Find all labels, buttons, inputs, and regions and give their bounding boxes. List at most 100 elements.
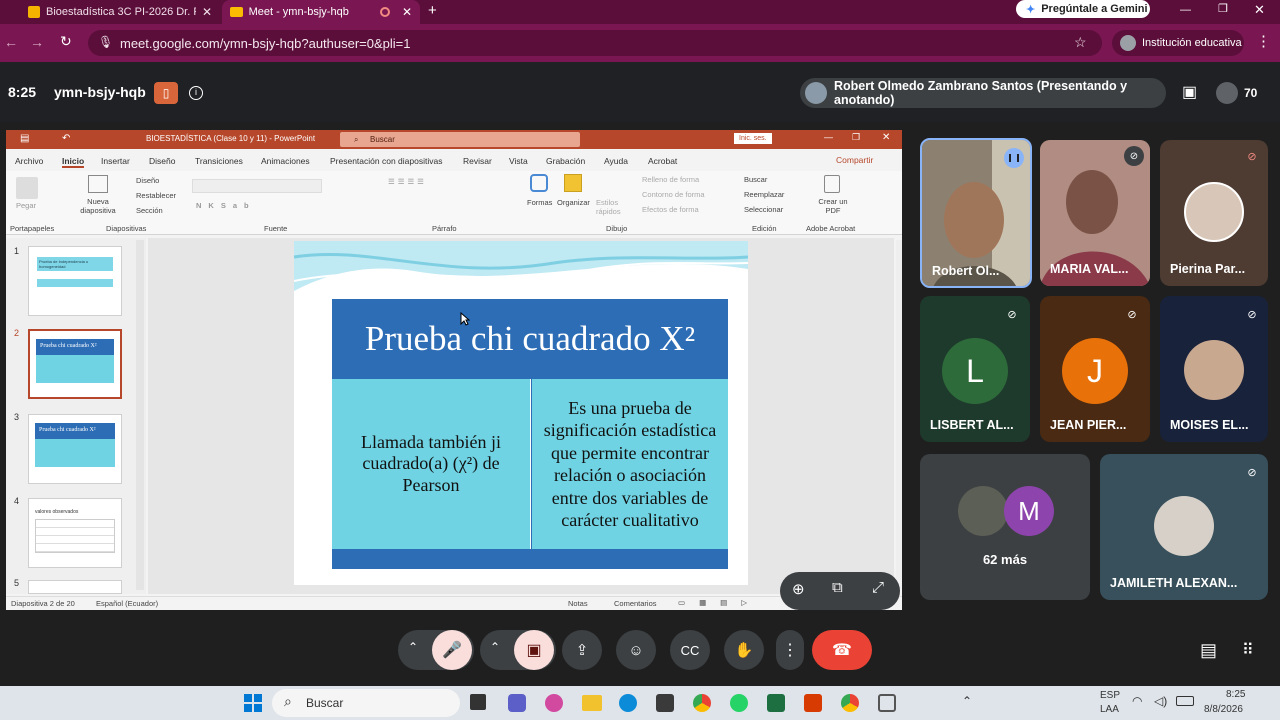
leave-call-button[interactable]: ☎ (812, 630, 872, 670)
menu-diseno[interactable]: Diseño (149, 156, 175, 166)
thumb-scrollbar[interactable] (136, 240, 144, 590)
menu-ayuda[interactable]: Ayuda (604, 156, 628, 166)
thumb-slide-5[interactable] (28, 580, 122, 594)
task-view-icon[interactable] (470, 694, 486, 710)
thumb-slide-1[interactable]: Prueba de Independencia u homogeneidad (28, 246, 122, 316)
shape-fill-button[interactable]: Relleno de forma (642, 175, 699, 184)
quick-styles-label[interactable]: Estilos rápidos (596, 198, 626, 216)
copilot-icon[interactable] (545, 694, 563, 712)
menu-vista[interactable]: Vista (509, 156, 528, 166)
new-tab-button[interactable]: + (428, 2, 437, 19)
ppt-signin-button[interactable]: Inic. ses. (734, 133, 772, 144)
whiteboard-icon[interactable]: ▯ (154, 82, 178, 104)
menu-transiciones[interactable]: Transiciones (195, 156, 243, 166)
menu-inicio[interactable]: Inicio (62, 156, 85, 168)
find-button[interactable]: Buscar (744, 175, 767, 184)
captions-button[interactable]: CC (670, 630, 710, 670)
language-status[interactable]: Español (Ecuador) (96, 599, 158, 608)
paragraph-buttons[interactable]: ☰☰☰☰ (388, 177, 427, 186)
wifi-icon[interactable]: ◠ (1132, 694, 1142, 708)
back-button[interactable]: ← (4, 34, 18, 50)
volume-icon[interactable]: ◁) (1154, 694, 1167, 708)
close-window-button[interactable]: ✕ (1254, 2, 1265, 18)
ppt-restore[interactable]: ❐ (852, 132, 860, 143)
slide-scrollbar[interactable] (896, 240, 902, 580)
thumb-slide-4[interactable]: valores observados (28, 498, 122, 568)
open-external-icon[interactable]: ⧉ (832, 579, 843, 596)
raise-hand-button[interactable]: ✋ (724, 630, 764, 670)
ppt-search-field[interactable]: ⌕ Buscar (340, 132, 580, 147)
notes-button[interactable]: Notas (568, 599, 588, 608)
site-info-icon[interactable]: 🎙 (98, 35, 113, 49)
file-explorer-icon[interactable] (582, 695, 602, 711)
menu-presentacion[interactable]: Presentación con diapositivas (330, 156, 442, 166)
reset-button[interactable]: Restablecer (136, 191, 176, 200)
menu-revisar[interactable]: Revisar (463, 156, 492, 166)
participant-tile-jamileth[interactable]: ⊘ JAMILETH ALEXAN... (1100, 454, 1268, 600)
shape-outline-button[interactable]: Contorno de forma (642, 190, 705, 199)
font-family-select[interactable] (192, 179, 322, 193)
input-language[interactable]: ESP (1100, 690, 1120, 701)
save-icon[interactable]: ▤ (20, 133, 29, 144)
comments-button[interactable]: Comentarios (614, 599, 657, 608)
share-button[interactable]: Compartir (836, 155, 873, 165)
minimize-button[interactable]: — (1180, 4, 1191, 16)
replace-button[interactable]: Reemplazar (744, 190, 784, 199)
new-slide-icon[interactable] (88, 175, 108, 193)
participants-button[interactable]: 70 (1212, 78, 1268, 108)
menu-animaciones[interactable]: Animaciones (261, 156, 310, 166)
info-icon[interactable]: i (189, 86, 203, 100)
participant-tile-pierina[interactable]: ⊘ Pierina Par... (1160, 140, 1268, 286)
profile-button[interactable]: Institución educativa (1112, 30, 1244, 56)
reactions-button[interactable]: ☺ (616, 630, 656, 670)
whatsapp-icon[interactable] (730, 694, 748, 712)
participant-tile-lisbert[interactable]: L ⊘ LISBERT AL... (920, 296, 1030, 442)
restore-button[interactable]: ❐ (1218, 2, 1228, 15)
select-button[interactable]: Seleccionar (744, 205, 783, 214)
participant-tile-moises[interactable]: ⊘ MOISES EL... (1160, 296, 1268, 442)
section-button[interactable]: Sección (136, 206, 163, 215)
menu-archivo[interactable]: Archivo (15, 156, 43, 166)
reload-button[interactable]: ↻ (60, 33, 72, 50)
ppt-close[interactable]: ✕ (882, 132, 890, 143)
close-icon[interactable]: ✕ (202, 5, 212, 19)
menu-grabacion[interactable]: Grabación (546, 156, 585, 166)
zoom-icon[interactable]: ⊕ (792, 580, 805, 598)
current-slide[interactable]: Prueba chi cuadrado X² Llamada también j… (294, 241, 748, 585)
participant-tile-robert[interactable]: Robert Ol... (920, 138, 1032, 288)
paste-icon[interactable] (16, 177, 38, 199)
arrange-icon[interactable] (564, 174, 582, 192)
taskbar-date[interactable]: 8/8/2026 (1204, 704, 1243, 715)
participant-tile-others[interactable]: M 62 más (920, 454, 1090, 600)
pdf-icon[interactable] (824, 175, 840, 193)
excel-icon[interactable] (767, 694, 785, 712)
chat-icon[interactable]: ▤ (1200, 640, 1217, 661)
camera-options-chevron-icon[interactable]: ⌃ (490, 640, 500, 654)
tray-chevron-icon[interactable]: ⌃ (962, 694, 972, 708)
chrome-icon[interactable] (693, 694, 711, 712)
taskbar-search[interactable]: ⌕ Buscar (272, 689, 460, 717)
activities-grid-icon[interactable]: ⠿ (1242, 640, 1254, 660)
undo-icon[interactable]: ↶ (62, 133, 70, 144)
tab-meet[interactable]: Meet - ymn-bsjy-hqb ✕ (222, 0, 420, 24)
layout-button[interactable]: Diseño (136, 176, 159, 185)
edge-icon[interactable] (619, 694, 637, 712)
input-layout[interactable]: LAA (1100, 704, 1119, 715)
more-options-button[interactable]: ⋮ (776, 630, 804, 670)
start-button[interactable] (244, 694, 262, 712)
teams-icon[interactable] (508, 694, 526, 712)
fullscreen-icon[interactable]: ⤢ (872, 579, 884, 596)
ppt-minimize[interactable]: — (824, 132, 833, 142)
word-icon[interactable] (804, 694, 822, 712)
gemini-button[interactable]: ✦ Pregúntale a Gemini (1016, 0, 1150, 18)
tab-bioestadistica[interactable]: Bioestadística 3C PI-2026 Dr. R ✕ (20, 0, 220, 24)
participant-tile-maria[interactable]: ⊘ MARIA VAL... (1040, 140, 1150, 286)
present-screen-button[interactable]: ⇪ (562, 630, 602, 670)
presenter-chip[interactable]: Robert Olmedo Zambrano Santos (Presentan… (800, 78, 1166, 108)
thumb-slide-2[interactable]: Prueba chi cuadrado X² (28, 329, 122, 399)
mic-options-chevron-icon[interactable]: ⌃ (408, 640, 418, 654)
thumb-slide-3[interactable]: Prueba chi cuadrado X² (28, 414, 122, 484)
menu-insertar[interactable]: Insertar (101, 156, 130, 166)
battery-icon[interactable] (1176, 696, 1194, 706)
url-field[interactable]: 🎙 meet.google.com/ymn-bsjy-hqb?authuser=… (88, 30, 1102, 56)
